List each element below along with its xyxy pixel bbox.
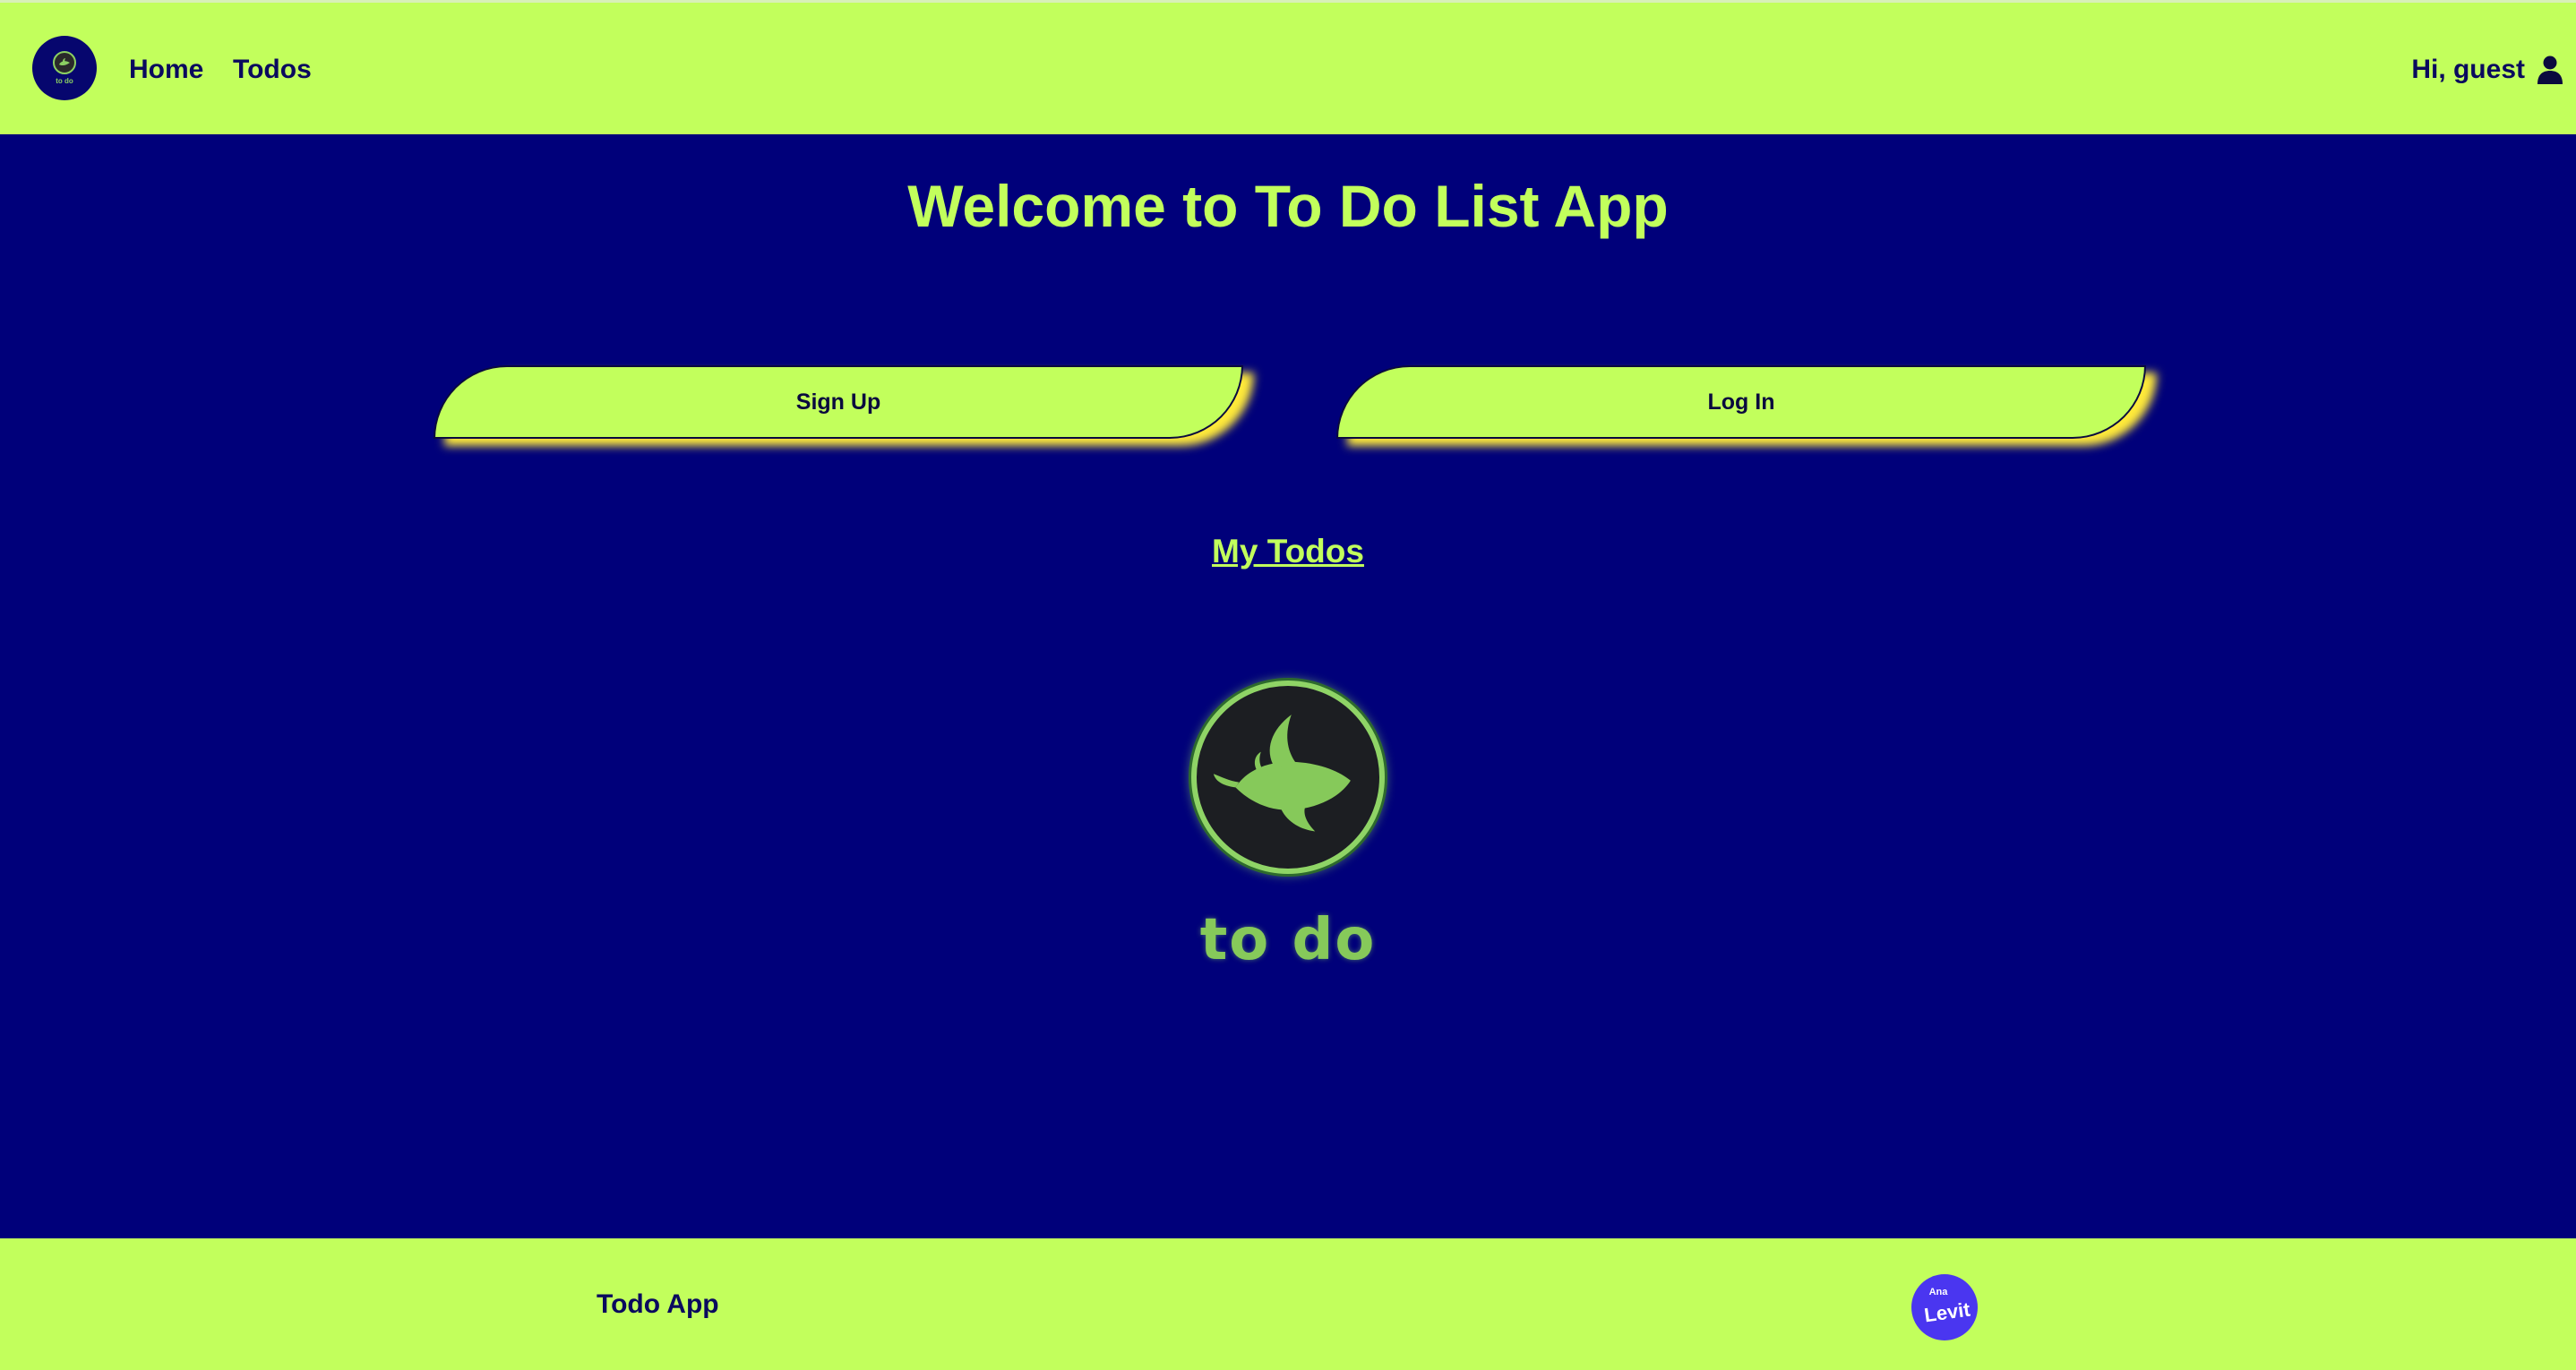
logo-label: to do <box>56 77 73 85</box>
fish-icon <box>1213 715 1351 832</box>
my-todos-row: My Todos <box>0 532 2576 571</box>
log-in-button[interactable]: Log In <box>1336 365 2146 439</box>
footer-title: Todo App <box>597 1289 719 1319</box>
nav-link-todos[interactable]: Todos <box>233 55 312 85</box>
logo-wordmark: to do <box>1199 907 1377 973</box>
sign-up-button[interactable]: Sign Up <box>434 365 1243 439</box>
page-title: Welcome to To Do List App <box>907 173 1669 239</box>
todo-logo-emblem <box>1191 681 1385 874</box>
author-badge[interactable]: Ana Levit <box>1911 1274 1978 1340</box>
fish-icon <box>53 51 76 74</box>
badge-first-name: Ana <box>1928 1287 1948 1297</box>
top-navbar: to do Home Todos Hi, guest <box>0 0 2576 134</box>
my-todos-link[interactable]: My Todos <box>1212 533 1364 569</box>
footer: Todo App Ana Levit <box>0 1238 2576 1370</box>
user-icon[interactable] <box>2537 56 2563 84</box>
app-logo[interactable]: to do <box>32 36 97 100</box>
user-greeting: Hi, guest <box>2411 55 2525 84</box>
badge-last-name: Levit <box>1922 1297 1972 1327</box>
nav-link-home[interactable]: Home <box>129 55 203 85</box>
